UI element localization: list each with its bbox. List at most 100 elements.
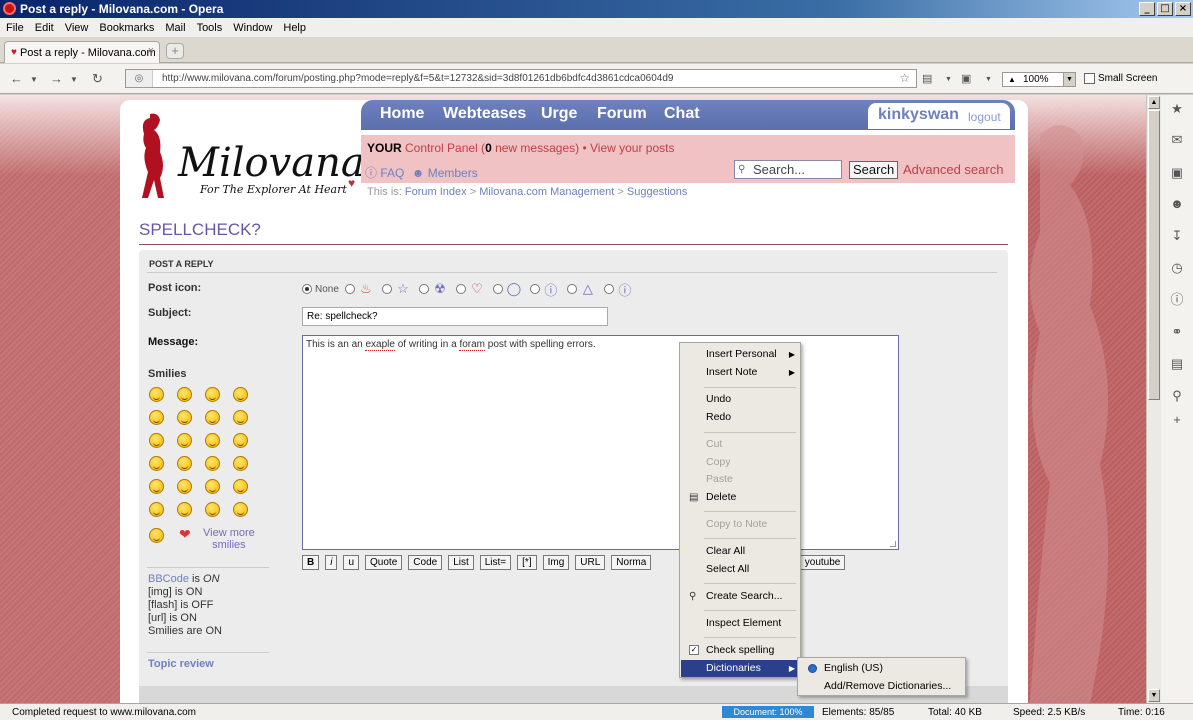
smiley-icon[interactable] [233, 410, 248, 425]
message-textarea[interactable]: This is an an exaple of writing in a for… [302, 335, 899, 550]
faq-link[interactable]: FAQ [380, 166, 404, 180]
smiley-icon[interactable] [177, 433, 192, 448]
smiley-icon[interactable] [233, 456, 248, 471]
nav-home[interactable]: Home [380, 105, 424, 123]
smiley-icon[interactable] [233, 433, 248, 448]
advanced-search-link[interactable]: Advanced search [903, 162, 1003, 177]
smiley-icon[interactable] [233, 479, 248, 494]
nav-webteases[interactable]: Webteases [443, 105, 526, 123]
history-icon[interactable]: ◷ [1170, 261, 1184, 275]
small-screen-toggle[interactable]: Small Screen [1084, 73, 1157, 84]
bookmark-star-icon[interactable]: ☆ [899, 70, 910, 87]
menu-window[interactable]: Window [233, 22, 272, 34]
menu-help[interactable]: Help [283, 22, 306, 34]
mail-icon[interactable]: ✉ [1170, 133, 1184, 147]
tab-close-icon[interactable]: × [148, 45, 154, 57]
maximize-button[interactable]: □ [1157, 2, 1173, 16]
smiley-icon[interactable] [177, 410, 192, 425]
crumb-suggestions[interactable]: Suggestions [627, 186, 688, 198]
view-your-posts-link[interactable]: View your posts [590, 141, 675, 155]
nav-chat[interactable]: Chat [664, 105, 700, 123]
forward-icon[interactable]: → [50, 71, 63, 86]
quote-button[interactable]: Quote [365, 555, 403, 570]
menu-mail[interactable]: Mail [165, 22, 185, 34]
scroll-thumb[interactable] [1148, 110, 1160, 400]
view-more-smilies-link[interactable]: View more smilies [203, 527, 255, 551]
menu-delete[interactable]: ▤ Delete [681, 489, 799, 506]
url-button[interactable]: URL [575, 555, 606, 570]
tab-post-a-reply[interactable]: ♥ Post a reply - Milovana.com × [4, 41, 160, 63]
post-icon-radio[interactable] [455, 284, 466, 294]
smiley-icon[interactable] [177, 479, 192, 494]
small-screen-checkbox[interactable] [1084, 73, 1095, 84]
font-size-select[interactable]: Norma [611, 555, 652, 570]
members-link[interactable]: Members [428, 166, 478, 180]
milovana-logo[interactable]: Milovana For The Explorer At Heart ♥ [130, 110, 365, 200]
crumb-management[interactable]: Milovana.com Management [479, 186, 614, 198]
code-button[interactable]: Code [408, 555, 443, 570]
smiley-icon[interactable] [233, 387, 248, 402]
smiley-icon[interactable] [205, 479, 220, 494]
widgets-icon[interactable]: ▤ [1170, 357, 1184, 371]
menu-inspect-element[interactable]: Inspect Element [681, 615, 799, 632]
page-dropdown-icon[interactable]: ▼ [945, 76, 952, 83]
cp-control-panel-link[interactable]: Control Panel ( [405, 141, 485, 155]
scroll-down-icon[interactable]: ▼ [1148, 689, 1160, 702]
address-field[interactable]: ◎ http://www.milovana.com/forum/posting.… [125, 69, 917, 88]
search-button[interactable]: Search [849, 161, 899, 179]
vertical-scrollbar[interactable]: ▲ ▼ [1146, 95, 1161, 703]
bbcode-link[interactable]: BBCode [148, 573, 189, 585]
resize-grip-icon[interactable] [890, 541, 896, 547]
image-dropdown-icon[interactable]: ▼ [985, 76, 992, 83]
links-icon[interactable]: ⚭ [1170, 325, 1184, 339]
smiley-icon[interactable] [205, 387, 220, 402]
search-panel-icon[interactable]: ⚲ [1170, 389, 1184, 403]
smiley-icon[interactable] [205, 502, 220, 517]
minimize-button[interactable]: _ [1139, 2, 1155, 16]
downloads-icon[interactable]: ↧ [1170, 229, 1184, 243]
heart-smiley-icon[interactable]: ❤ [179, 526, 191, 543]
notes-icon[interactable]: ▣ [1170, 166, 1184, 180]
menu-create-search[interactable]: ⚲ Create Search... [681, 588, 799, 605]
back-dropdown-icon[interactable]: ▼ [30, 75, 38, 84]
zoom-dropdown-icon[interactable]: ▼ [1063, 73, 1075, 86]
menu-bookmarks[interactable]: Bookmarks [99, 22, 154, 34]
nav-forum[interactable]: Forum [597, 105, 647, 123]
post-icon-radio[interactable] [344, 284, 355, 294]
post-icon-radio[interactable] [566, 284, 577, 294]
smiley-icon[interactable] [177, 502, 192, 517]
bold-button[interactable]: B [302, 555, 320, 570]
menu-check-spelling[interactable]: ✓ Check spelling [681, 642, 799, 659]
menu-view[interactable]: View [65, 22, 89, 34]
underline-button[interactable]: u [343, 555, 360, 570]
smiley-icon[interactable] [149, 387, 164, 402]
forward-dropdown-icon[interactable]: ▼ [70, 75, 78, 84]
smiley-icon[interactable] [149, 502, 164, 517]
menu-redo[interactable]: Redo [681, 409, 799, 426]
post-icon-radio[interactable] [529, 284, 540, 294]
smiley-icon[interactable] [205, 410, 220, 425]
post-icon-radio[interactable] [381, 284, 392, 294]
smiley-icon[interactable] [233, 502, 248, 517]
img-button[interactable]: Img [542, 555, 570, 570]
menu-undo[interactable]: Undo [681, 391, 799, 408]
italic-button[interactable]: i [325, 555, 338, 570]
youtube-button[interactable]: youtube [799, 555, 846, 570]
site-search-input[interactable]: ⚲ Search... [734, 160, 842, 179]
list-button[interactable]: List [448, 555, 474, 570]
topic-review-link[interactable]: Topic review [148, 658, 214, 670]
sunglasses-smiley-icon[interactable] [149, 528, 164, 543]
page-title[interactable]: SPELLCHECK? [139, 220, 261, 240]
post-icon-radio[interactable] [603, 284, 614, 294]
post-icon-none-radio[interactable] [302, 284, 312, 294]
menu-edit[interactable]: Edit [35, 22, 54, 34]
add-panel-icon[interactable]: + [1170, 413, 1184, 427]
add-remove-dictionaries[interactable]: Add/Remove Dictionaries... [799, 678, 964, 695]
cp-new-messages[interactable]: new messages) [492, 141, 579, 155]
reload-icon[interactable]: ↻ [92, 71, 103, 87]
page-icon[interactable]: ▤ [922, 72, 932, 85]
zoom-select[interactable]: ▲ 100% ▼ [1002, 72, 1076, 87]
smiley-icon[interactable] [149, 456, 164, 471]
subject-input[interactable]: Re: spellcheck? [302, 307, 608, 326]
list-ordered-button[interactable]: List= [479, 555, 512, 570]
